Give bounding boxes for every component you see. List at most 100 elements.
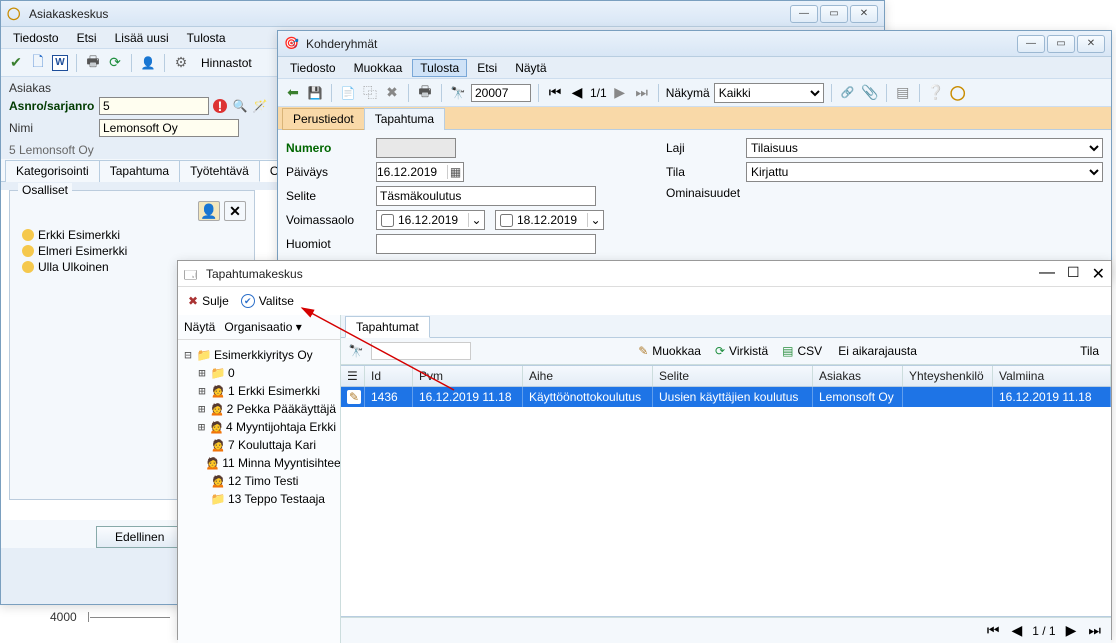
csv-button[interactable]: CSV bbox=[778, 342, 826, 360]
voim-to-checkbox[interactable] bbox=[500, 214, 513, 227]
copy-icon[interactable] bbox=[361, 84, 379, 102]
pager-prev[interactable]: ◀ bbox=[1009, 622, 1024, 639]
word-icon[interactable] bbox=[51, 54, 69, 72]
grid-col-header[interactable]: Yhteyshenkilö bbox=[903, 366, 993, 386]
tree-item[interactable]: 11 Minna Myyntisihteeri bbox=[196, 454, 336, 472]
pager-last[interactable]: ⏭ bbox=[1086, 622, 1103, 639]
calendar-icon[interactable] bbox=[447, 165, 463, 179]
close-button[interactable] bbox=[1077, 35, 1105, 53]
tab-tyotehtava[interactable]: Työtehtävä bbox=[179, 160, 260, 182]
edellinen-button[interactable]: Edellinen bbox=[96, 526, 183, 548]
remove-person-button[interactable]: ✕ bbox=[224, 201, 246, 221]
nav-next-icon[interactable] bbox=[611, 84, 629, 102]
nav-last-icon[interactable] bbox=[633, 84, 651, 102]
binoculars-icon[interactable] bbox=[347, 342, 365, 360]
min-button[interactable] bbox=[1017, 35, 1045, 53]
expander-icon[interactable]: ⊟ bbox=[182, 348, 194, 362]
expander-icon[interactable] bbox=[196, 456, 203, 470]
nav-prev-icon[interactable] bbox=[568, 84, 586, 102]
nimi-input[interactable] bbox=[99, 119, 239, 137]
print-icon[interactable] bbox=[84, 54, 102, 72]
tila-select[interactable]: Kirjattu bbox=[746, 162, 1103, 182]
valitse-button[interactable]: Valitse bbox=[237, 292, 298, 310]
selite-input[interactable] bbox=[376, 186, 596, 206]
close-button[interactable]: ✕ bbox=[1092, 264, 1105, 284]
expander-icon[interactable] bbox=[196, 438, 208, 452]
tree-item[interactable]: 12 Timo Testi bbox=[196, 472, 336, 490]
menu-nayta[interactable]: Näytä bbox=[507, 59, 554, 77]
tab-perustiedot[interactable]: Perustiedot bbox=[282, 108, 365, 130]
osallinen-row[interactable]: Erkki Esimerkki bbox=[18, 227, 246, 243]
pager-next[interactable]: ▶ bbox=[1064, 622, 1079, 639]
layout-icon[interactable]: ▤ bbox=[894, 84, 912, 102]
expander-icon[interactable] bbox=[196, 474, 208, 488]
doc-icon[interactable] bbox=[29, 54, 47, 72]
voim-to-input[interactable] bbox=[517, 213, 587, 227]
expander-icon[interactable]: ⊞ bbox=[196, 420, 207, 434]
laji-select[interactable]: Tilaisuus bbox=[746, 138, 1103, 158]
new-icon[interactable] bbox=[339, 84, 357, 102]
delete-icon[interactable] bbox=[383, 84, 401, 102]
voim-from-input[interactable] bbox=[398, 213, 468, 227]
menu-tulosta[interactable]: Tulosta bbox=[412, 59, 467, 77]
asnro-input[interactable] bbox=[99, 97, 209, 115]
tab-tapahtumat[interactable]: Tapahtumat bbox=[345, 316, 430, 338]
grid-col-header[interactable]: ☰ bbox=[341, 366, 365, 386]
tree-root[interactable]: ⊟ Esimerkkiyritys Oy bbox=[182, 346, 336, 364]
chevron-down-icon[interactable]: ⌄ bbox=[587, 213, 603, 227]
min-button[interactable]: — bbox=[1039, 264, 1055, 284]
expander-icon[interactable] bbox=[196, 492, 208, 506]
max-button[interactable] bbox=[820, 5, 848, 23]
grid-col-header[interactable]: Asiakas bbox=[813, 366, 903, 386]
record-no-input[interactable] bbox=[471, 84, 531, 102]
warning-icon[interactable] bbox=[211, 97, 229, 115]
menu-tiedosto[interactable]: Tiedosto bbox=[5, 29, 67, 47]
link-icon[interactable] bbox=[839, 84, 857, 102]
menu-muokkaa[interactable]: Muokkaa bbox=[346, 59, 411, 77]
tree-item[interactable]: ⊞0 bbox=[196, 364, 336, 382]
gear-icon[interactable] bbox=[172, 54, 190, 72]
tree-item[interactable]: 7 Kouluttaja Kari bbox=[196, 436, 336, 454]
save-icon[interactable] bbox=[306, 84, 324, 102]
grid-col-header[interactable]: Aihe bbox=[523, 366, 653, 386]
check-icon[interactable] bbox=[7, 54, 25, 72]
menu-tiedosto[interactable]: Tiedosto bbox=[282, 59, 344, 77]
max-button[interactable]: ☐ bbox=[1067, 264, 1080, 284]
sulje-button[interactable]: Sulje bbox=[184, 292, 233, 310]
menu-etsi[interactable]: Etsi bbox=[469, 59, 505, 77]
voim-to-field[interactable]: ⌄ bbox=[495, 210, 604, 230]
attachment-icon[interactable]: 📎 bbox=[861, 84, 879, 102]
expander-icon[interactable]: ⊞ bbox=[196, 366, 208, 380]
menu-tulosta[interactable]: Tulosta bbox=[179, 29, 234, 47]
add-person-button[interactable] bbox=[198, 201, 220, 221]
help-icon[interactable] bbox=[927, 84, 945, 102]
print-icon[interactable] bbox=[416, 84, 434, 102]
grid-search-input[interactable] bbox=[371, 342, 471, 360]
virkista-button[interactable]: Virkistä bbox=[711, 342, 772, 360]
expander-icon[interactable]: ⊞ bbox=[196, 384, 208, 398]
muokkaa-button[interactable]: Muokkaa bbox=[634, 342, 705, 360]
hinnastot-button[interactable]: Hinnastot bbox=[194, 53, 259, 73]
grid-col-header[interactable]: Valmiina bbox=[993, 366, 1111, 386]
tab-tapahtuma[interactable]: Tapahtuma bbox=[364, 108, 445, 130]
grid-row[interactable]: ✎143616.12.2019 11.18Käyttöönottokoulutu… bbox=[341, 387, 1111, 407]
paivays-field[interactable] bbox=[376, 162, 464, 182]
nav-first-icon[interactable] bbox=[546, 84, 564, 102]
tree-item[interactable]: 13 Teppo Testaaja bbox=[196, 490, 336, 508]
no-time-filter-label[interactable]: Ei aikarajausta bbox=[838, 344, 917, 358]
osallinen-row[interactable]: Elmeri Esimerkki bbox=[18, 243, 246, 259]
menu-etsi[interactable]: Etsi bbox=[69, 29, 105, 47]
paivays-input[interactable] bbox=[377, 165, 447, 179]
pager-first[interactable]: ⏮ bbox=[985, 622, 1002, 639]
search-icon[interactable] bbox=[231, 97, 249, 115]
voim-from-checkbox[interactable] bbox=[381, 214, 394, 227]
ring-icon[interactable] bbox=[949, 84, 967, 102]
tab-tapahtuma[interactable]: Tapahtuma bbox=[99, 160, 180, 182]
tab-kategorisointi[interactable]: Kategorisointi bbox=[5, 160, 100, 182]
min-button[interactable] bbox=[790, 5, 818, 23]
grid-col-header[interactable]: Pvm bbox=[413, 366, 523, 386]
organisaatio-dropdown[interactable]: Organisaatio ▾ bbox=[217, 318, 308, 336]
max-button[interactable] bbox=[1047, 35, 1075, 53]
tree-item[interactable]: ⊞1 Erkki Esimerkki bbox=[196, 382, 336, 400]
tree-item[interactable]: ⊞4 Myyntijohtaja Erkki bbox=[196, 418, 336, 436]
